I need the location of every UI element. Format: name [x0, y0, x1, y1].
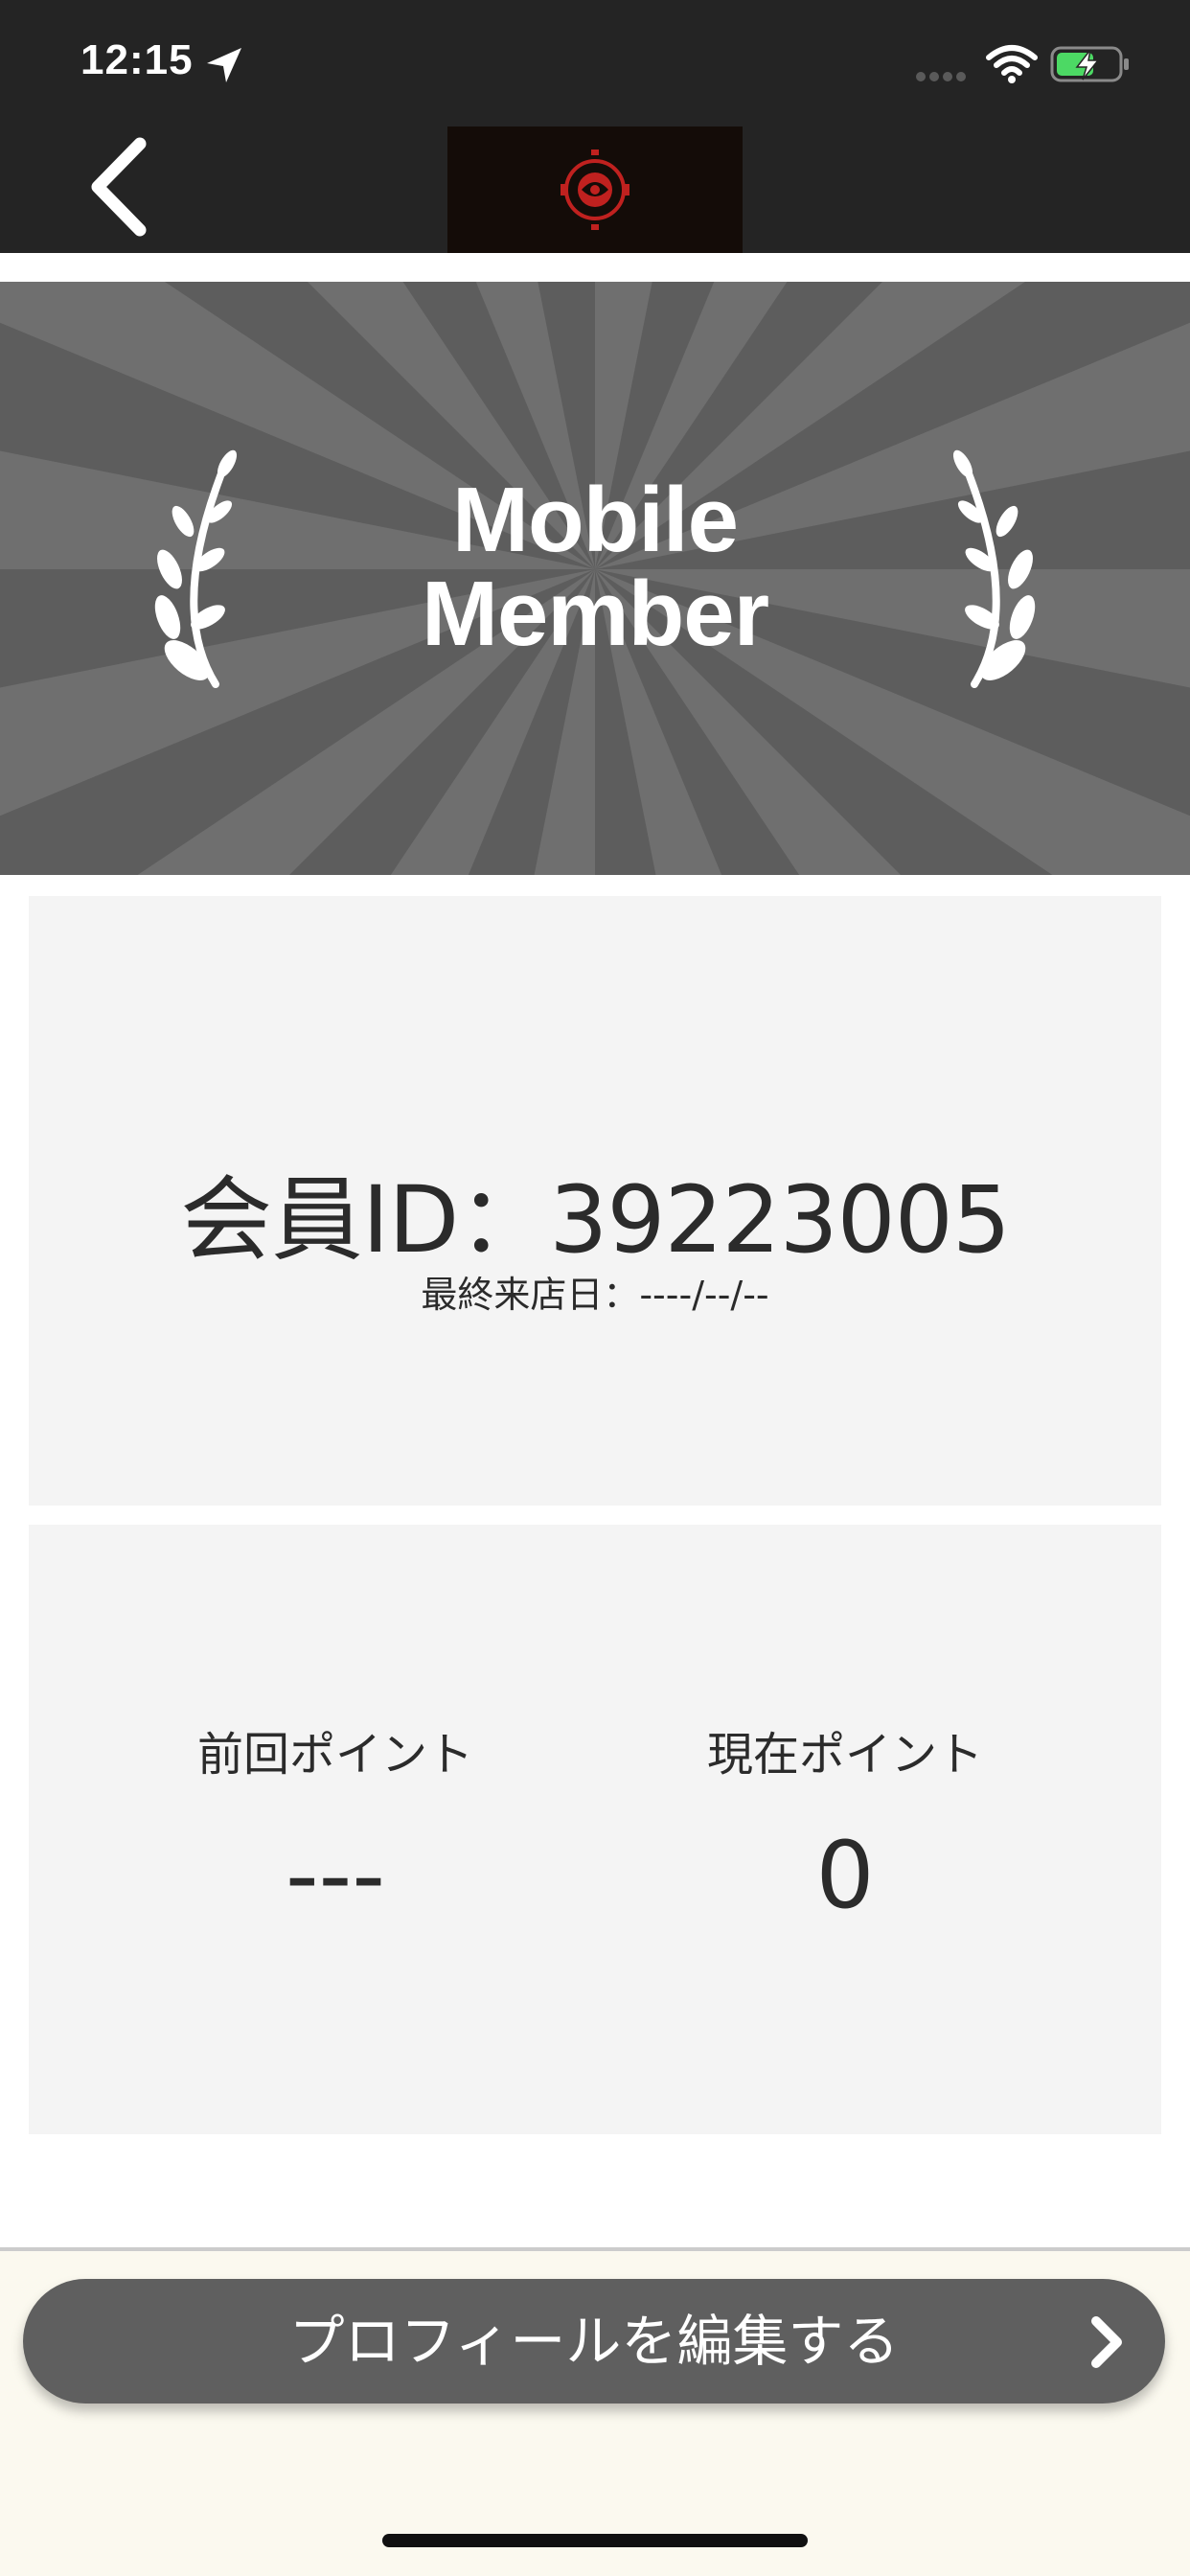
battery-charging-icon [1050, 46, 1129, 82]
restaurant-logo [447, 126, 743, 253]
status-time: 12:15 [80, 36, 194, 83]
current-points: 現在ポイント 0 [577, 1716, 1113, 1929]
current-points-label: 現在ポイント [706, 1728, 983, 1782]
header-gap [0, 253, 1190, 282]
member-id-card: 会員ID：39223005 最終来店日：----/--/-- [29, 896, 1161, 1506]
edit-profile-label: プロフィールを編集する [288, 2309, 900, 2374]
chevron-right-icon [1091, 2316, 1122, 2368]
current-points-value: 0 [815, 1822, 875, 1929]
member-banner: Mobile Member [0, 282, 1190, 875]
cell-signal-icon [916, 72, 966, 81]
previous-points: 前回ポイント --- [67, 1716, 604, 1929]
last-visit-date: 最終来店日：----/--/-- [421, 1274, 769, 1316]
edit-profile-button[interactable]: プロフィールを編集する [23, 2279, 1165, 2404]
top-bar: 12:15 [0, 0, 1190, 253]
laurel-icon [952, 449, 1036, 688]
logo-emblem [561, 150, 629, 230]
member-id: 会員ID：39223005 [180, 1166, 1011, 1274]
back-button[interactable] [80, 134, 167, 240]
home-indicator [382, 2534, 808, 2547]
wifi-icon [986, 45, 1038, 83]
member-content: 会員ID：39223005 最終来店日：----/--/-- 前回ポイント --… [0, 875, 1190, 2249]
previous-points-label: 前回ポイント [196, 1728, 473, 1782]
points-card: 前回ポイント --- 現在ポイント 0 [29, 1525, 1161, 2134]
location-arrow-icon [207, 48, 241, 82]
previous-points-value: --- [286, 1822, 385, 1929]
